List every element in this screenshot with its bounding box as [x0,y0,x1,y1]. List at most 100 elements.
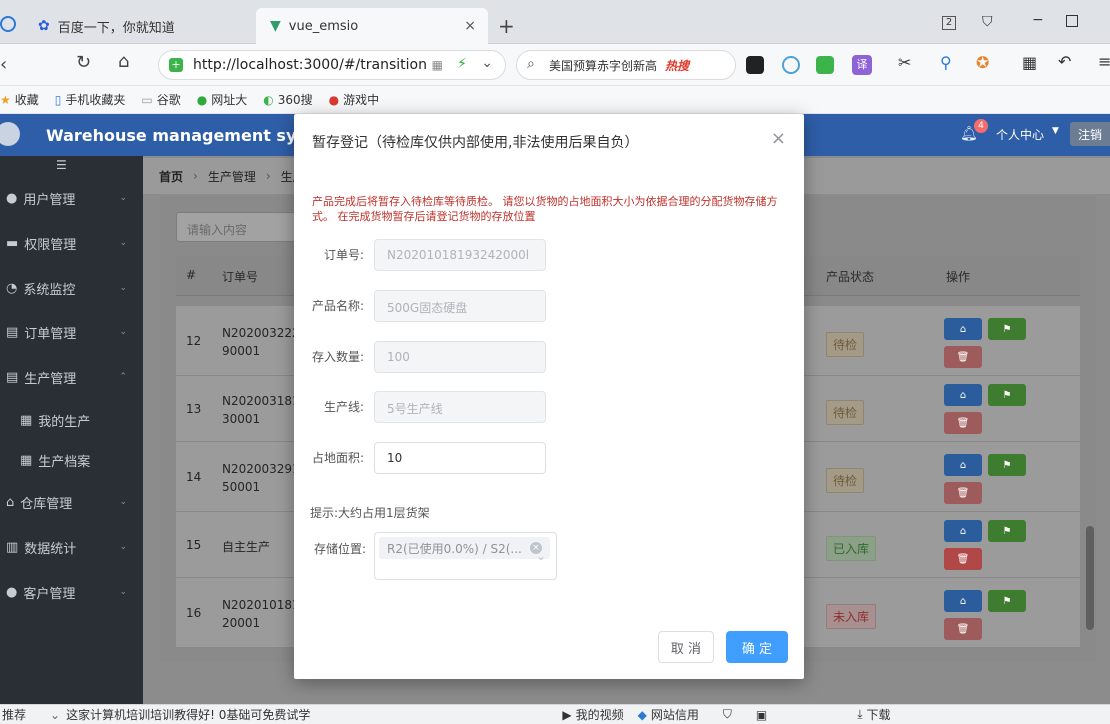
grid-icon[interactable]: ▦ [1022,53,1037,72]
sidebar-item-orders[interactable]: ▤ 订单管理 ⌄ [0,312,143,352]
delete-icon[interactable]: 🗑︎ [944,346,982,368]
maximize-icon[interactable] [1066,15,1078,27]
status-ad[interactable]: 这家计算机培训培训教得好! 0基础可免费试学 [66,706,310,723]
sidebar-item-warehouse[interactable]: ⌂ 仓库管理 ⌄ [0,482,143,522]
search-input[interactable]: 请输入内容 [176,212,296,242]
sidebar-item-statistics[interactable]: ▥ 数据统计 ⌄ [0,527,143,567]
flag-icon[interactable]: ⚑ [988,384,1026,406]
confirm-button[interactable]: 确 定 [726,631,788,663]
delete-icon[interactable]: 🗑︎ [944,618,982,640]
field-label: 订单号: [323,248,364,262]
tab-count-badge[interactable]: 2 [942,16,956,30]
status-left[interactable]: 推荐 [2,706,26,723]
sidebar-item-my-production[interactable]: ▦ 我的生产 [0,400,143,440]
bookmark-360[interactable]: ◐ 360搜 [263,91,312,108]
delete-icon[interactable]: 🗑︎ [944,412,982,434]
production-line-row: 生产线: 5号生产线 [294,391,804,423]
browser-logo-icon[interactable] [0,16,16,32]
home-icon[interactable]: ⌂ [944,520,982,542]
field-label: 存入数量: [311,350,364,364]
sidebar-item-label: 生产档案 [38,454,91,470]
address-bar[interactable]: + http://localhost:3000/#/transition ▦ ⚡… [158,50,506,80]
chevron-down-icon[interactable]: ⌄ [481,55,493,71]
shield-icon[interactable]: ⛉ [723,707,732,722]
sidebar-item-permissions[interactable]: ▬ 权限管理 ⌄ [0,223,143,263]
sidebar-item-production-archive[interactable]: ▦ 生产档案 [0,440,143,480]
bookmark-favorites[interactable]: ★ 收藏 [0,91,39,108]
qr-icon[interactable]: ▦ [432,58,443,72]
flag-icon[interactable]: ⚑ [988,520,1026,542]
cancel-button[interactable]: 取 消 [658,631,714,663]
sidebar-item-monitor[interactable]: ◔ 系统监控 ⌄ [0,268,143,308]
avatar[interactable] [0,122,20,146]
extension-chat-icon[interactable] [816,56,834,74]
order-id: N20200329150001 [222,462,300,494]
translate-icon[interactable]: 译 [852,55,872,75]
flag-icon[interactable]: ⚑ [988,590,1026,612]
collapse-menu-icon[interactable]: ☰ [56,158,67,172]
home-icon[interactable]: ⌂ [118,51,129,72]
sidebar: ☰ ● 用户管理 ⌄ ▬ 权限管理 ⌄ ◔ 系统监控 ⌄ ▤ 订单管理 ⌄ ▤ 生产管理 ⌃ ▦ 我的… [0,156,143,704]
home-icon[interactable]: ⌂ [944,384,982,406]
lightning-icon[interactable]: ⚡ [457,56,467,72]
area-input[interactable]: 10 [374,442,546,474]
reload-icon[interactable]: ↻ [76,52,91,73]
tab-title: vue_emsio [288,18,359,34]
back-icon[interactable]: ‹ [0,54,7,75]
bookmark-mobile[interactable]: ▯ 手机收藏夹 [55,91,126,108]
shirt-icon[interactable]: ⛉ [982,14,993,30]
flag-icon[interactable]: ⚑ [988,454,1026,476]
chevron-down-icon[interactable]: ⌄ [50,708,60,722]
browser-toolbar: ‹ ↻ ⌂ + http://localhost:3000/#/transiti… [0,44,1110,86]
sidebar-item-customers[interactable]: ● 客户管理 ⌄ [0,572,143,612]
bookmark-label: 360搜 [277,93,313,107]
image-icon[interactable]: ▣ [756,708,767,722]
flag-icon[interactable]: ⚑ [988,318,1026,340]
tab-vue-emsio[interactable]: ▼ vue_emsio × [256,8,488,44]
site-credit-link[interactable]: 网站信用 [651,706,699,723]
download-link[interactable]: 下载 [867,706,891,723]
dialog-note: 产品完成后将暂存入待检库等待质检。 请您以货物的占地面积大小为依据合理的分配货物… [312,195,778,223]
home-icon[interactable]: ⌂ [944,590,982,612]
my-videos-link[interactable]: 我的视频 [576,706,624,723]
chevron-down-icon[interactable]: ⌄ [536,549,546,563]
minimize-icon[interactable]: − [1032,12,1044,28]
search-box[interactable]: ⌕ 美国预算赤字创新高 热搜 [516,50,736,80]
bookmark-game[interactable]: ● 游戏中 [329,91,380,108]
search-text: 美国预算赤字创新高 [549,58,658,73]
sidebar-item-production[interactable]: ▤ 生产管理 ⌃ [0,357,143,397]
scissors-icon[interactable]: ✂ [898,53,911,72]
magnifier-icon[interactable]: ⚲ [940,53,952,72]
breadcrumb-home[interactable]: 首页 [159,168,183,185]
close-tab-icon[interactable]: × [464,18,476,34]
storage-location-select[interactable]: R2(已使用0.0%) / S2(... × ⌄ [374,532,557,580]
delete-icon[interactable]: 🗑︎ [944,548,982,570]
close-icon[interactable]: × [771,128,786,149]
extension-game-icon[interactable] [746,56,764,74]
delete-icon[interactable]: 🗑︎ [944,482,982,504]
tab-baidu[interactable]: ✿ 百度一下，你就知道 [24,8,189,44]
production-icon: ▤ [6,369,19,385]
row-actions: ⌂ ⚑ 🗑︎ [944,384,1034,434]
bookmark-label: 游戏中 [343,93,380,107]
sidebar-item-users[interactable]: ● 用户管理 ⌄ [0,178,143,218]
new-tab-icon[interactable]: + [498,14,515,38]
bookmark-label: 谷歌 [156,93,181,107]
order-number-field: N20201018193242000l [374,239,546,271]
scrollbar[interactable] [1086,526,1094,630]
home-icon[interactable]: ⌂ [944,454,982,476]
logout-button[interactable]: 注销 [1070,122,1110,146]
page-icon: ▭ [141,92,153,107]
bookmark-google[interactable]: ▭ 谷歌 [141,91,180,108]
caret-down-icon[interactable]: ▼ [1052,126,1059,136]
bookmark-hao[interactable]: ● 网址大 [197,91,248,108]
extension-minus-icon[interactable] [782,56,800,74]
menu-icon[interactable]: ≡ [1098,52,1110,71]
undo-icon[interactable]: ↶ [1058,52,1071,71]
breadcrumb-production[interactable]: 生产管理 [208,168,256,185]
sidebar-item-label: 我的生产 [38,414,91,430]
home-icon[interactable]: ⌂ [944,318,982,340]
gamepad-icon[interactable]: ✪ [976,53,989,72]
user-center-menu[interactable]: 个人中心 [996,126,1044,143]
hao-icon: ● [196,92,208,107]
